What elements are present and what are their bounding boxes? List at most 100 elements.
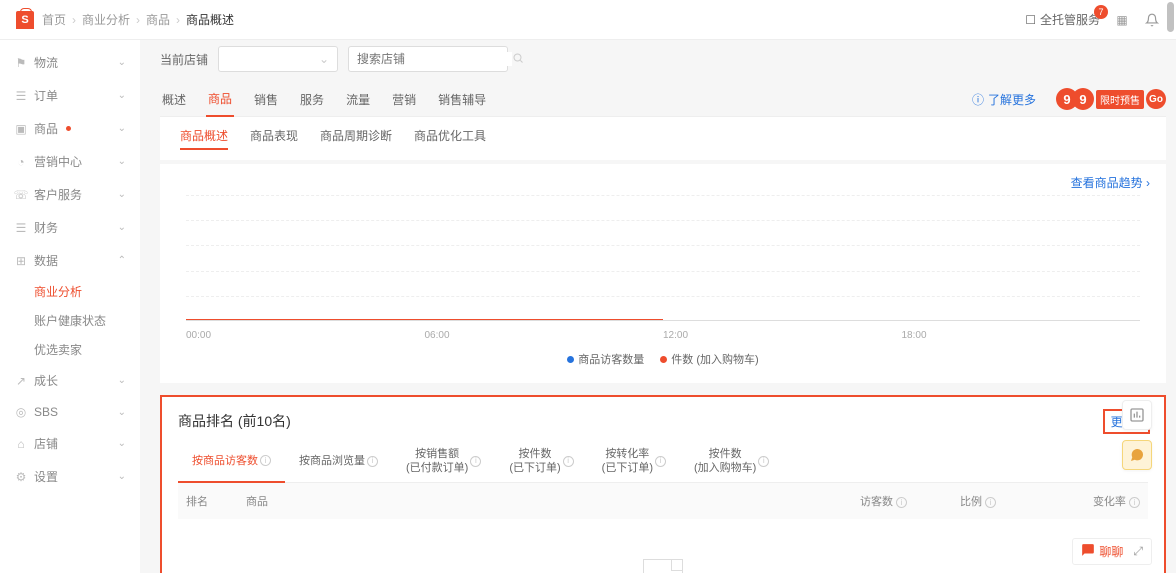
ranking-table-header: 排名 商品 访客数 i 比例 i 变化率 i <box>178 483 1148 519</box>
sidebar-item-growth[interactable]: ↗成长⌄ <box>0 364 140 397</box>
expand-icon[interactable]: ⤢ <box>1133 544 1143 559</box>
tab-marketing[interactable]: 营销 <box>390 83 418 116</box>
shop-icon: ⌂ <box>14 437 28 451</box>
info-icon[interactable]: i <box>896 497 907 508</box>
info-icon[interactable]: i <box>985 497 996 508</box>
chevron-right-icon: › <box>72 13 76 27</box>
sbs-icon: ◎ <box>14 405 28 419</box>
view-trend-link[interactable]: 查看商品趋势 › <box>176 174 1150 191</box>
legend-visitors: 商品访客数量 <box>567 351 644 367</box>
primary-tabs: 概述 商品 销售 服务 流量 营销 销售辅导 ⓘ 了解更多 9 9 限时预售 G… <box>160 82 1166 117</box>
chevron-down-icon: ⌄ <box>118 57 126 68</box>
breadcrumb-products[interactable]: 商品 <box>146 11 170 28</box>
subtab-overview[interactable]: 商品概述 <box>180 127 228 150</box>
chevron-down-icon: ⌄ <box>118 471 126 482</box>
sidebar-item-finance[interactable]: ☰财务⌄ <box>0 211 140 244</box>
rank-tab-units-ordered[interactable]: 按件数 (已下订单)i <box>495 441 587 482</box>
info-icon[interactable]: i <box>655 456 666 467</box>
managed-service-button[interactable]: ☐ 全托管服务 7 <box>1025 11 1100 28</box>
sidebar-item-orders[interactable]: ☰订单⌄ <box>0 79 140 112</box>
tab-overview[interactable]: 概述 <box>160 83 188 116</box>
chevron-down-icon: ⌄ <box>118 123 126 134</box>
rank-tab-conversion[interactable]: 按转化率 (已下订单)i <box>588 441 680 482</box>
chart-legend: 商品访客数量 件数 (加入购物车) <box>176 351 1150 367</box>
sidebar: ⚑物流⌄ ☰订单⌄ ▣商品⌄ ◔营销中心⌄ ☏客户服务⌄ ☰财务⌄ ⊞数据⌃ 商… <box>0 40 140 573</box>
sidebar-item-marketing[interactable]: ◔营销中心⌄ <box>0 145 140 178</box>
trend-card: 查看商品趋势 › 00:00 06:00 12:00 18:00 <box>160 164 1166 383</box>
tab-products[interactable]: 商品 <box>206 82 234 117</box>
learn-more-link[interactable]: ⓘ 了解更多 <box>972 91 1036 108</box>
shop-search-input[interactable] <box>348 46 508 72</box>
tab-traffic[interactable]: 流量 <box>344 83 372 116</box>
box-icon: ☐ <box>1025 13 1036 27</box>
info-icon[interactable]: i <box>758 456 769 467</box>
chevron-up-icon: ⌃ <box>118 255 126 266</box>
doc-icon: ☰ <box>14 89 28 103</box>
main-content: 当前店铺 ⌄ 概述 商品 销售 服务 流量 营销 销售辅导 ⓘ 了解更多 9 <box>140 40 1176 573</box>
rank-tab-units-cart[interactable]: 按件数 (加入购物车)i <box>680 441 783 482</box>
subtab-optimization[interactable]: 商品优化工具 <box>414 127 486 150</box>
info-icon[interactable]: i <box>470 456 481 467</box>
chart-icon: ⊞ <box>14 254 28 268</box>
apps-icon[interactable]: ▦ <box>1114 12 1130 28</box>
info-icon[interactable]: i <box>260 455 271 466</box>
sidebar-item-products[interactable]: ▣商品⌄ <box>0 112 140 145</box>
megaphone-icon: ◔ <box>14 155 28 169</box>
page-scrollbar[interactable] <box>1166 0 1174 573</box>
gear-icon: ⚙ <box>14 470 28 484</box>
stats-float-button[interactable] <box>1122 400 1152 430</box>
breadcrumb: 首页 › 商业分析 › 商品 › 商品概述 <box>42 11 234 28</box>
scrollbar-thumb[interactable] <box>1167 2 1174 32</box>
floating-toolbar <box>1122 400 1152 470</box>
tab-sales-coaching[interactable]: 销售辅导 <box>436 83 488 116</box>
tab-sales[interactable]: 销售 <box>252 83 280 116</box>
wallet-icon: ☰ <box>14 221 28 235</box>
ranking-title: 商品排名 (前10名) <box>178 411 1148 431</box>
chevron-down-icon: ⌄ <box>118 438 126 449</box>
tab-service[interactable]: 服务 <box>298 83 326 116</box>
filter-row: 当前店铺 ⌄ <box>160 46 1166 72</box>
subtab-performance[interactable]: 商品表现 <box>250 127 298 150</box>
rank-tab-views[interactable]: 按商品浏览量i <box>285 441 392 482</box>
help-float-button[interactable] <box>1122 440 1152 470</box>
breadcrumb-analytics[interactable]: 商业分析 <box>82 11 130 28</box>
chevron-down-icon: ⌄ <box>118 156 126 167</box>
sidebar-sub-account-health[interactable]: 账户健康状态 <box>0 306 140 335</box>
shop-select[interactable]: ⌄ <box>218 46 338 72</box>
sidebar-item-logistics[interactable]: ⚑物流⌄ <box>0 46 140 79</box>
legend-addtocart: 件数 (加入购物车) <box>660 351 758 367</box>
notification-badge: 7 <box>1094 5 1108 19</box>
info-icon[interactable]: i <box>367 456 378 467</box>
th-change: 变化率 i <box>1060 493 1140 509</box>
chevron-down-icon: ⌄ <box>118 375 126 386</box>
subtab-diagnosis[interactable]: 商品周期诊断 <box>320 127 392 150</box>
dot-icon <box>660 356 667 363</box>
sidebar-item-settings[interactable]: ⚙设置⌄ <box>0 460 140 493</box>
th-ratio: 比例 i <box>960 493 1060 509</box>
breadcrumb-home[interactable]: 首页 <box>42 11 66 28</box>
bell-icon[interactable] <box>1144 12 1160 28</box>
sidebar-item-shop[interactable]: ⌂店铺⌄ <box>0 427 140 460</box>
sidebar-sub-business-analytics[interactable]: 商业分析 <box>0 277 140 306</box>
chat-icon <box>1081 543 1095 560</box>
sidebar-item-data[interactable]: ⊞数据⌃ <box>0 244 140 277</box>
secondary-tabs: 商品概述 商品表现 商品周期诊断 商品优化工具 <box>160 117 1166 160</box>
th-product: 商品 <box>246 493 860 509</box>
shop-search-field[interactable] <box>357 52 512 66</box>
info-icon[interactable]: i <box>1129 497 1140 508</box>
promo-99-banner[interactable]: 9 9 限时预售 Go <box>1062 88 1166 110</box>
chevron-right-icon: › <box>1146 176 1150 190</box>
chevron-down-icon: ⌄ <box>118 407 126 418</box>
rank-tab-sales[interactable]: 按销售额 (已付款订单)i <box>392 441 495 482</box>
promo-9-icon: 9 <box>1072 88 1094 110</box>
sidebar-sub-preferred-seller[interactable]: 优选卖家 <box>0 335 140 364</box>
rank-tab-visitors[interactable]: 按商品访客数i <box>178 441 285 483</box>
chevron-down-icon: ⌄ <box>118 189 126 200</box>
filter-label: 当前店铺 <box>160 51 208 68</box>
chat-widget[interactable]: 聊聊 ⤢ <box>1072 538 1152 565</box>
sidebar-item-customer-service[interactable]: ☏客户服务⌄ <box>0 178 140 211</box>
info-icon[interactable]: i <box>563 456 574 467</box>
ranking-card: 商品排名 (前10名) 更多 › 按商品访客数i 按商品浏览量i 按销售额 (已… <box>160 395 1166 573</box>
sidebar-item-sbs[interactable]: ◎SBS⌄ <box>0 397 140 427</box>
promo-go-button[interactable]: Go <box>1146 89 1166 109</box>
